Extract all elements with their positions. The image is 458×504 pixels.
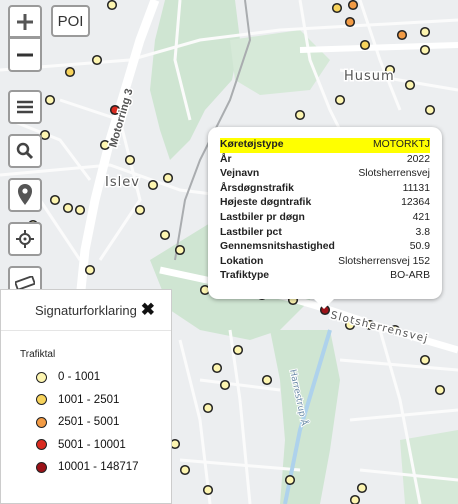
legend-item: 10001 - 148717	[36, 456, 171, 479]
popup-row: Lastbiler pr døgn 421	[220, 211, 430, 226]
search-icon	[16, 142, 34, 160]
location-button[interactable]	[8, 178, 42, 212]
legend-item-label: 2501 - 5001	[58, 416, 120, 429]
popup-row-key: Højeste døgntrafik	[220, 197, 312, 209]
feature-info-popup: Køretøjstype MOTORKTJ År 2022 Vejnavn Slotshe…	[208, 127, 442, 309]
legend-item: 0 - 1001	[36, 366, 171, 389]
legend-swatch	[36, 416, 47, 428]
legend-item-label: 10001 - 148717	[58, 461, 139, 474]
search-button[interactable]	[8, 134, 42, 168]
plus-icon	[17, 13, 33, 30]
label-islev: Islev	[105, 175, 140, 190]
popup-row: Højeste døgntrafik 12364	[220, 196, 430, 211]
legend-item: 1001 - 2501	[36, 389, 171, 412]
label-husum: Husum	[344, 69, 395, 84]
popup-row-value: MOTORKTJ	[373, 139, 430, 150]
popup-row: Lastbiler pct 3.8	[220, 226, 430, 241]
popup-row-value: 3.8	[415, 226, 430, 238]
popup-row-value: 11131	[402, 182, 430, 194]
zoom-out-button[interactable]	[8, 38, 42, 72]
legend-swatch	[36, 394, 47, 406]
layers-icon	[17, 100, 33, 114]
minus-icon	[17, 53, 33, 56]
location-pin-icon	[18, 184, 32, 205]
popup-row-value: BO-ARB	[390, 270, 430, 282]
popup-row: Lokation Slotsherrensvej 152	[220, 255, 430, 270]
popup-row-key: Årsdøgnstrafik	[220, 182, 294, 194]
legend-item: 2501 - 5001	[36, 411, 171, 434]
crosshair-icon	[16, 230, 34, 248]
legend-swatch	[36, 371, 47, 383]
popup-row-value: Slotsherrensvej 152	[338, 255, 430, 267]
popup-row: Trafiktype BO-ARB	[220, 269, 430, 284]
popup-row-value: 50.9	[409, 241, 430, 253]
popup-row: Årsdøgnstrafik 11131	[220, 182, 430, 197]
layers-button[interactable]	[8, 90, 42, 124]
popup-row-key: Lastbiler pr døgn	[220, 211, 305, 223]
legend-title: Signaturforklaring	[35, 302, 137, 318]
tool-bar	[8, 90, 42, 310]
legend-item: 5001 - 10001	[36, 434, 171, 457]
legend-swatch	[36, 461, 47, 473]
poi-button[interactable]: POI	[51, 5, 90, 37]
legend-items: 0 - 1001 1001 - 2501 2501 - 5001 5001 - 100…	[1, 366, 171, 479]
popup-row-value: Slotsherrensvej	[358, 168, 430, 180]
popup-row-key: Lokation	[220, 255, 264, 267]
popup-row-value: 12364	[401, 197, 430, 209]
legend-item-label: 1001 - 2501	[58, 393, 120, 406]
popup-row-key: År	[220, 153, 232, 165]
popup-row: Køretøjstype MOTORKTJ	[220, 138, 430, 153]
popup-row: Gennemsnitshastighed 50.9	[220, 240, 430, 255]
popup-row-key: Lastbiler pct	[220, 226, 282, 238]
popup-row-key: Trafiktype	[220, 270, 270, 282]
crosshair-button[interactable]	[8, 222, 42, 256]
popup-row-value: 2022	[406, 153, 430, 165]
popup-row-key: Gennemsnitshastighed	[220, 241, 335, 253]
close-icon[interactable]: ✖	[141, 300, 155, 320]
popup-row: Vejnavn Slotsherrensvej	[220, 167, 430, 182]
ruler-icon	[15, 276, 35, 290]
legend-header: Signaturforklaring ✖	[1, 290, 171, 331]
legend-panel: Signaturforklaring ✖ Trafiktal 0 - 1001 1…	[0, 289, 172, 504]
legend-subtitle: Trafiktal	[20, 349, 56, 360]
legend-item-label: 0 - 1001	[58, 371, 101, 384]
zoom-in-button[interactable]	[8, 5, 42, 38]
legend-swatch	[36, 439, 47, 451]
legend-item-label: 5001 - 10001	[58, 438, 126, 451]
popup-row: År 2022	[220, 153, 430, 168]
popup-row-key: Vejnavn	[220, 168, 260, 180]
popup-row-key: Køretøjstype	[220, 139, 284, 150]
popup-row-value: 421	[412, 211, 430, 223]
